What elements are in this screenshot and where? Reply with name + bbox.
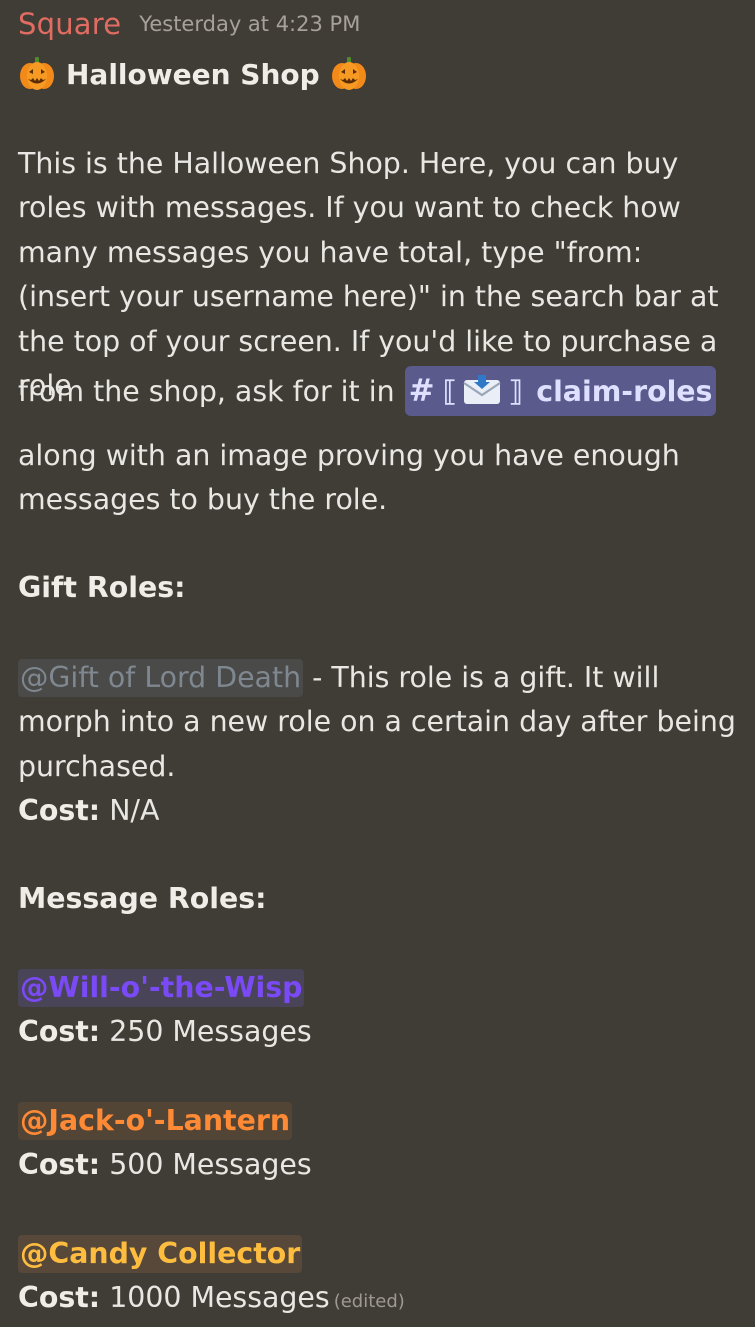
bracket-right: ⟧ <box>508 374 523 408</box>
cost-label: Cost: <box>18 794 101 828</box>
shop-title-line: Halloween Shop <box>18 52 368 96</box>
cost-value: 1000 Messages <box>100 1281 330 1315</box>
message-role-entry: @Jack-o'-Lantern Cost: 500 Messages <box>18 1099 738 1188</box>
message-roles-heading: Message Roles: <box>18 882 267 915</box>
message-role-entry: @Will-o'-the-Wisp Cost: 250 Messages <box>18 966 738 1055</box>
channel-prefix-text: from the shop, ask for it in <box>18 374 395 408</box>
incoming-envelope-icon <box>458 372 506 410</box>
jack-o-lantern-icon <box>330 55 368 93</box>
cost-value: N/A <box>100 794 160 828</box>
cost-label: Cost: <box>18 1015 101 1049</box>
claim-roles-channel-mention[interactable]: # ⟦ ⟧ claim-roles <box>404 366 717 416</box>
role-cost: Cost: 250 Messages <box>18 1010 738 1054</box>
message-timestamp[interactable]: Yesterday at 4:23 PM <box>139 12 360 36</box>
role-cost: Cost: 500 Messages <box>18 1143 738 1187</box>
after-channel-text: along with an image proving you have eno… <box>18 439 680 517</box>
message-header: Square Yesterday at 4:23 PM <box>18 4 360 44</box>
channel-hash-icon: # <box>408 373 435 409</box>
cost-value: 250 Messages <box>100 1015 312 1049</box>
role-mention-gift-of-lord-death[interactable]: @Gift of Lord Death <box>18 659 304 697</box>
channel-name: claim-roles <box>536 374 713 408</box>
message-role-entry: @Candy Collector Cost: 1000 Messages (edi… <box>18 1232 738 1325</box>
role-mention-jack-o-lantern[interactable]: @Jack-o'-Lantern <box>18 1102 293 1140</box>
role-mention-candy-collector[interactable]: @Candy Collector <box>18 1235 303 1273</box>
gift-role-entry: @Gift of Lord Death - This role is a gif… <box>18 656 738 834</box>
cost-label: Cost: <box>18 1281 101 1315</box>
gift-roles-heading: Gift Roles: <box>18 571 186 604</box>
edited-indicator: (edited) <box>333 1291 405 1313</box>
bracket-left: ⟦ <box>442 374 457 408</box>
message: Square Yesterday at 4:23 PM Halloween Sh… <box>0 0 755 1327</box>
cost-label: Cost: <box>18 1148 101 1182</box>
jack-o-lantern-icon <box>18 55 56 93</box>
cost-value: 500 Messages <box>100 1148 312 1182</box>
gift-role-cost: Cost: N/A <box>18 789 738 833</box>
author-name[interactable]: Square <box>18 7 121 41</box>
role-mention-will-o-the-wisp[interactable]: @Will-o'-the-Wisp <box>18 969 305 1007</box>
shop-title: Halloween Shop <box>66 57 320 91</box>
channel-line: from the shop, ask for it in # ⟦ ⟧ claim… <box>18 364 717 418</box>
role-cost: Cost: 1000 Messages (edited) <box>18 1276 738 1324</box>
